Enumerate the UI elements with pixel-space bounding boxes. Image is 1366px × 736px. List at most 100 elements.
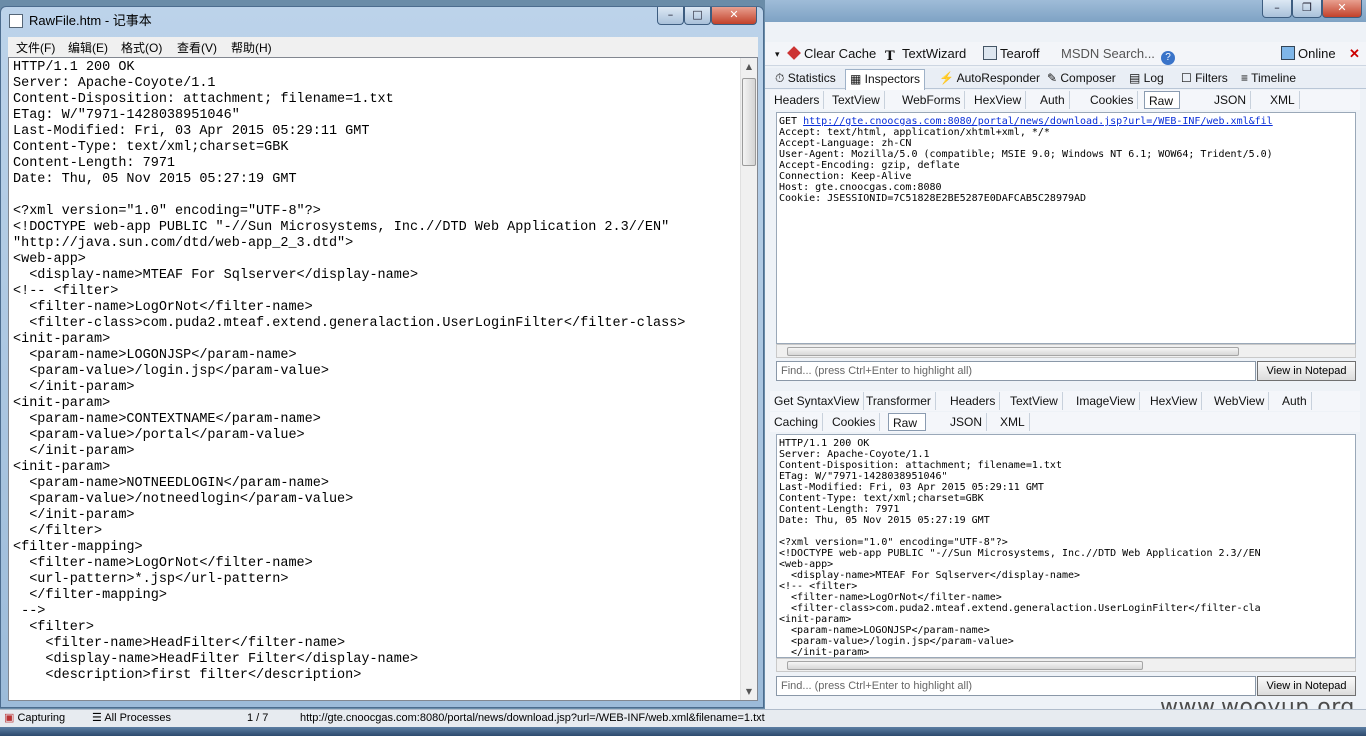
menu-file[interactable]: 文件(F) [16, 39, 55, 56]
process-icon: ☰ [92, 712, 105, 724]
text-line: </filter> [13, 524, 103, 539]
text-line: <filter-name>HeadFilter</filter-name> [13, 636, 346, 651]
tab-timeline[interactable]: ≡ Timeline [1237, 69, 1300, 89]
resp-tab-hexview[interactable]: HexView [1146, 392, 1203, 410]
text-line: <description>first filter</description> [13, 668, 362, 683]
menu-view[interactable]: 查看(V) [177, 39, 217, 56]
notepad-vscroll-thumb[interactable] [742, 78, 756, 166]
tab-composer[interactable]: ✎ Composer [1043, 69, 1120, 89]
notepad-vscrollbar[interactable]: ▲ ▼ [740, 58, 757, 700]
response-line: <!-- <filter> [779, 581, 858, 592]
notepad-minimize-button[interactable]: – [657, 7, 684, 25]
response-hscroll-thumb[interactable] [787, 661, 1143, 670]
menu-format[interactable]: 格式(O) [121, 39, 162, 56]
request-raw-pane[interactable]: GET http://gte.cnoocgas.com:8080/portal/… [776, 112, 1356, 344]
request-header-line: Accept-Encoding: gzip, deflate [779, 160, 960, 171]
resp-tab-raw[interactable]: Raw [888, 413, 926, 431]
minimize-button[interactable]: – [1262, 0, 1292, 18]
tab-log[interactable]: ▤ Log [1125, 69, 1168, 89]
msdn-search-input[interactable]: MSDN Search... [1061, 45, 1155, 63]
response-line: Content-Length: 7971 [779, 504, 900, 515]
resp-tab-webview[interactable]: WebView [1210, 392, 1270, 410]
tab-inspectors[interactable]: ▦ Inspectors [845, 69, 926, 90]
request-hscroll-thumb[interactable] [787, 347, 1239, 356]
request-view-in-notepad-button[interactable]: View in Notepad [1257, 361, 1356, 381]
clear-cache-button[interactable]: Clear Cache [787, 45, 876, 63]
request-hscrollbar[interactable] [776, 344, 1356, 358]
text-line: --> [13, 604, 46, 619]
resp-tab-xml[interactable]: XML [996, 413, 1030, 431]
notepad-text-content[interactable]: HTTP/1.1 200 OK Server: Apache-Coyote/1.1… [13, 60, 735, 698]
request-header-line: Host: gte.cnoocgas.com:8080 [779, 182, 942, 193]
inspector-icon: ▦ [850, 72, 865, 86]
text-line: </filter-mapping> [13, 588, 167, 603]
request-find-input[interactable]: Find... (press Ctrl+Enter to highlight a… [776, 361, 1256, 381]
fiddler-main-tabs: ⏱ Statistics ▦ Inspectors ⚡ AutoResponde… [765, 68, 1366, 90]
resp-tab-headers[interactable]: Headers [946, 392, 1001, 410]
textwizard-button[interactable]: T TextWizard [885, 45, 966, 64]
textwizard-icon: T [885, 49, 895, 64]
text-line: <!-- <filter> [13, 284, 119, 299]
status-url: http://gte.cnoocgas.com:8080/portal/news… [300, 712, 765, 724]
tab-statistics[interactable]: ⏱ Statistics [771, 69, 840, 89]
req-tab-auth[interactable]: Auth [1036, 91, 1070, 109]
process-filter[interactable]: ☰ All Processes [92, 710, 171, 727]
notepad-maximize-button[interactable]: □ [684, 7, 711, 25]
response-view-in-notepad-button[interactable]: View in Notepad [1257, 676, 1356, 696]
close-pane-icon[interactable]: ✕ [1349, 45, 1360, 63]
text-line: <web-app> [13, 252, 86, 267]
response-find-input[interactable]: Find... (press Ctrl+Enter to highlight a… [776, 676, 1256, 696]
req-tab-hexview[interactable]: HexView [970, 91, 1027, 109]
scroll-down-icon[interactable]: ▼ [741, 683, 757, 700]
resp-tab-imageview[interactable]: ImageView [1072, 392, 1141, 410]
resp-tab-transformer[interactable]: Transformer [862, 392, 936, 410]
req-tab-webforms[interactable]: WebForms [898, 91, 966, 109]
toolbar-dropdown-icon[interactable]: ▾ [775, 45, 780, 63]
capturing-indicator[interactable]: ▣ Capturing [4, 710, 65, 727]
text-line: Content-Length: 7971 [13, 156, 176, 171]
req-tab-xml[interactable]: XML [1266, 91, 1300, 109]
resp-tab-cookies[interactable]: Cookies [828, 413, 881, 431]
notepad-icon [9, 14, 23, 28]
resp-tab-caching[interactable]: Caching [770, 413, 824, 431]
resp-tab-auth[interactable]: Auth [1278, 392, 1312, 410]
response-line: Last-Modified: Fri, 03 Apr 2015 05:29:11… [779, 482, 1044, 493]
text-line: <display-name>MTEAF For Sqlserver</displ… [13, 268, 419, 283]
scroll-up-icon[interactable]: ▲ [741, 58, 757, 75]
response-hscrollbar[interactable] [776, 658, 1356, 672]
req-tab-cookies[interactable]: Cookies [1086, 91, 1139, 109]
text-line: <init-param> [13, 396, 111, 411]
notepad-editor[interactable]: HTTP/1.1 200 OK Server: Apache-Coyote/1.1… [8, 57, 758, 701]
text-line: <param-value>/portal</param-value> [13, 428, 305, 443]
text-line: <filter-name>LogOrNot</filter-name> [13, 300, 313, 315]
notepad-close-button[interactable]: ✕ [711, 7, 757, 25]
request-url-link[interactable]: http://gte.cnoocgas.com:8080/portal/news… [803, 116, 1273, 127]
req-tab-textview[interactable]: TextView [828, 91, 885, 109]
help-icon[interactable]: ? [1161, 45, 1178, 65]
resp-tab-syntaxview[interactable]: Get SyntaxView [770, 392, 865, 410]
menu-edit[interactable]: 编辑(E) [68, 39, 108, 56]
close-button[interactable]: ✕ [1322, 0, 1362, 18]
online-indicator[interactable]: Online [1281, 45, 1336, 63]
req-tab-json[interactable]: JSON [1210, 91, 1252, 109]
request-raw-text: GET http://gte.cnoocgas.com:8080/portal/… [777, 113, 1355, 204]
tearoff-button[interactable]: Tearoff [983, 45, 1040, 63]
response-inspector-tabs-row2: Caching Cookies Raw JSON XML [770, 412, 1360, 432]
request-header-line: User-Agent: Mozilla/5.0 (compatible; MSI… [779, 149, 1273, 160]
response-line: <param-name>LOGONJSP</param-name> [779, 625, 990, 636]
checkbox-icon: ☐ [1181, 71, 1196, 85]
text-line: Server: Apache-Coyote/1.1 [13, 76, 216, 91]
req-tab-raw[interactable]: Raw [1144, 91, 1180, 109]
req-tab-headers[interactable]: Headers [770, 91, 825, 109]
text-line: <param-name>NOTNEEDLOGIN</param-name> [13, 476, 329, 491]
text-line [13, 188, 735, 204]
notepad-menubar: 文件(F) 编辑(E) 格式(O) 查看(V) 帮助(H) [8, 37, 758, 57]
resp-tab-textview[interactable]: TextView [1006, 392, 1063, 410]
text-line: <display-name>HeadFilter Filter</display… [13, 652, 419, 667]
menu-help[interactable]: 帮助(H) [231, 39, 272, 56]
tab-autoresponder[interactable]: ⚡ AutoResponder [935, 69, 1044, 89]
response-raw-pane[interactable]: HTTP/1.1 200 OK Server: Apache-Coyote/1.1… [776, 434, 1356, 658]
maximize-button[interactable]: ❐ [1292, 0, 1322, 18]
resp-tab-json[interactable]: JSON [946, 413, 988, 431]
tab-filters[interactable]: ☐ Filters [1177, 69, 1232, 89]
